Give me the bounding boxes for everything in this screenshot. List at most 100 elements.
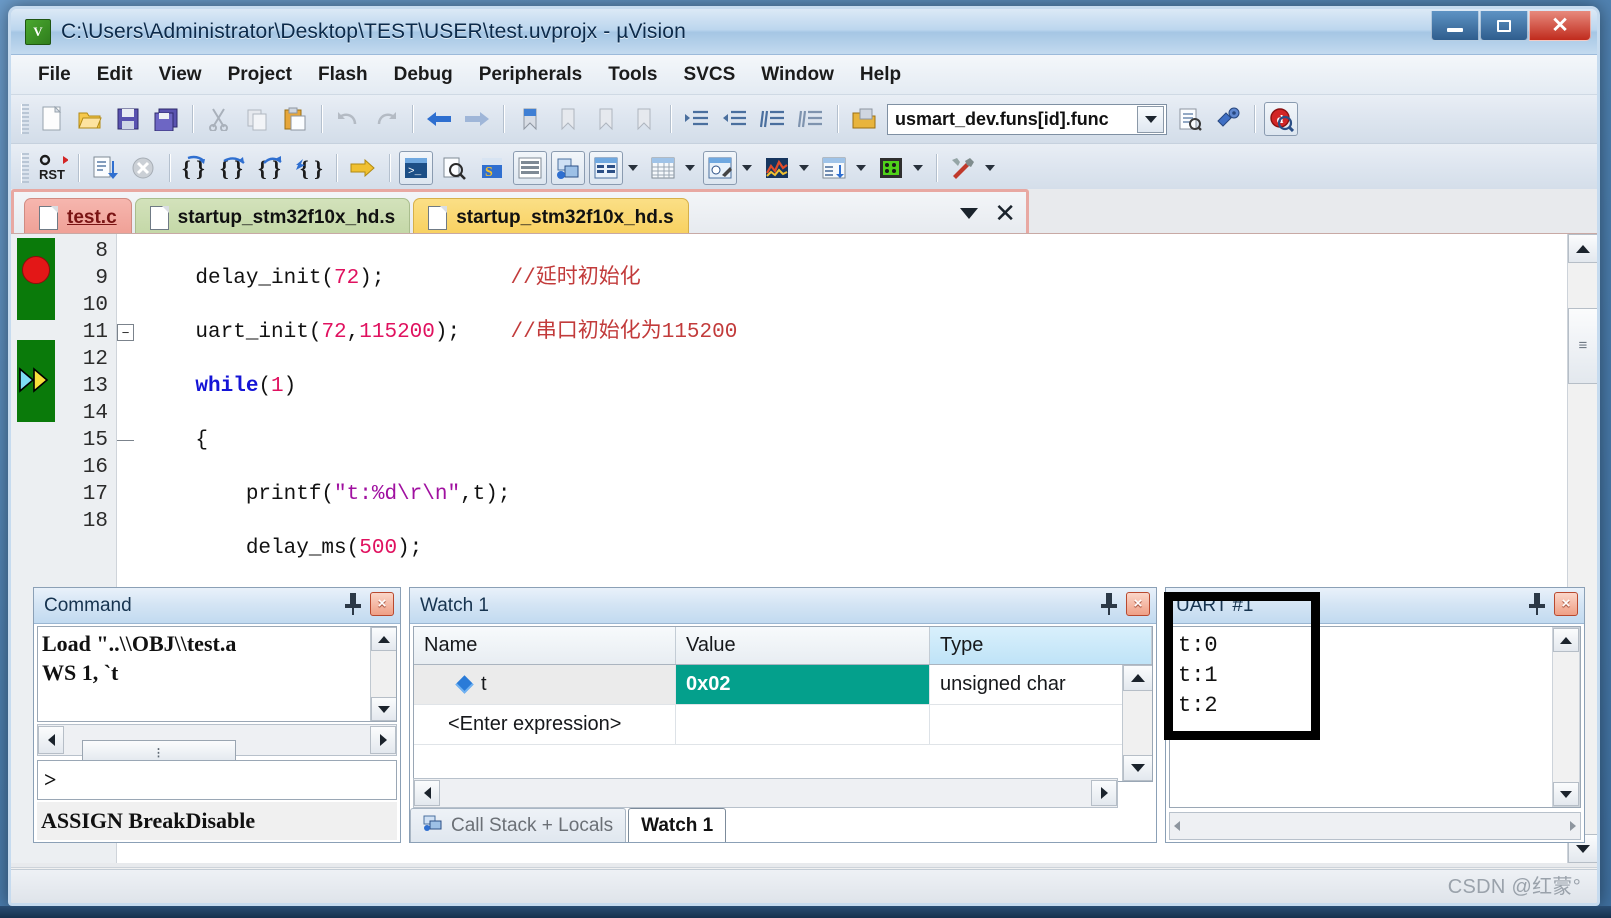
find-in-files-icon[interactable] bbox=[1173, 102, 1207, 136]
uart-horizontal-scrollbar[interactable] bbox=[1169, 812, 1581, 840]
watch-windows-icon[interactable] bbox=[589, 151, 623, 185]
chevron-down-icon[interactable] bbox=[853, 151, 869, 185]
pin-icon[interactable] bbox=[1529, 593, 1545, 615]
tab-call-stack-locals[interactable]: Call Stack + Locals bbox=[410, 808, 626, 842]
chevron-down-icon[interactable] bbox=[796, 151, 812, 185]
command-output[interactable]: Load "..\\OBJ\\test.a WS 1, `t bbox=[37, 626, 397, 722]
close-button[interactable]: ✕ bbox=[1529, 11, 1591, 41]
command-window-icon[interactable]: >_ bbox=[399, 151, 433, 185]
watch-name-cell[interactable]: t bbox=[414, 665, 676, 704]
watch-value-cell[interactable] bbox=[676, 705, 930, 744]
scroll-up-icon[interactable] bbox=[1568, 234, 1598, 263]
menu-item-project[interactable]: Project bbox=[215, 61, 305, 89]
scrollbar-thumb[interactable]: ≡ bbox=[1568, 308, 1598, 384]
reset-cpu-icon[interactable]: RST bbox=[35, 151, 69, 185]
watch-value-cell[interactable]: 0x02 bbox=[676, 665, 930, 704]
chevron-down-icon[interactable] bbox=[625, 151, 641, 185]
open-folder-icon[interactable] bbox=[73, 102, 107, 136]
configure-icon[interactable] bbox=[1211, 102, 1245, 136]
current-statement-block[interactable] bbox=[17, 340, 55, 422]
pin-icon[interactable] bbox=[345, 593, 361, 615]
symbols-icon[interactable]: S bbox=[475, 151, 509, 185]
scroll-down-icon[interactable] bbox=[371, 697, 397, 721]
navigate-back-icon[interactable] bbox=[422, 102, 456, 136]
chevron-down-icon[interactable] bbox=[739, 151, 755, 185]
scroll-down-icon[interactable] bbox=[1553, 782, 1579, 806]
command-input[interactable]: > bbox=[37, 760, 397, 800]
pin-icon[interactable] bbox=[1101, 593, 1117, 615]
command-horizontal-scrollbar[interactable]: ⁝ bbox=[37, 724, 397, 756]
menu-item-window[interactable]: Window bbox=[748, 61, 847, 89]
table-row[interactable]: t 0x02 unsigned char bbox=[414, 665, 1152, 705]
show-next-statement-icon[interactable] bbox=[346, 151, 380, 185]
system-viewer-icon[interactable] bbox=[874, 151, 908, 185]
chevron-down-icon[interactable] bbox=[960, 208, 978, 219]
chevron-down-icon[interactable] bbox=[1137, 106, 1164, 133]
scroll-down-icon[interactable] bbox=[1123, 755, 1153, 781]
step-out-icon[interactable]: { } bbox=[255, 151, 289, 185]
chevron-down-icon[interactable] bbox=[910, 151, 926, 185]
run-icon[interactable] bbox=[88, 151, 122, 185]
minimize-button[interactable] bbox=[1431, 11, 1479, 41]
serial-windows-icon[interactable] bbox=[703, 151, 737, 185]
indent-icon[interactable] bbox=[680, 102, 714, 136]
save-icon[interactable] bbox=[111, 102, 145, 136]
chevron-down-icon[interactable] bbox=[982, 151, 998, 185]
scroll-left-icon[interactable] bbox=[414, 780, 440, 806]
scroll-up-icon[interactable] bbox=[1553, 628, 1579, 652]
watch-horizontal-scrollbar[interactable] bbox=[413, 778, 1118, 808]
step-over-icon[interactable]: { } bbox=[217, 151, 251, 185]
scroll-right-icon[interactable] bbox=[1570, 821, 1576, 831]
close-icon[interactable]: ✕ bbox=[994, 200, 1016, 226]
analysis-windows-icon[interactable] bbox=[760, 151, 794, 185]
close-icon[interactable]: × bbox=[1126, 592, 1150, 616]
breakpoint-block[interactable] bbox=[17, 238, 55, 320]
table-row[interactable]: <Enter expression> bbox=[414, 705, 1152, 745]
maximize-button[interactable] bbox=[1480, 11, 1528, 41]
menu-item-view[interactable]: View bbox=[146, 61, 215, 89]
close-icon[interactable]: × bbox=[370, 592, 394, 616]
fold-collapse-icon[interactable]: − bbox=[117, 324, 134, 341]
save-all-icon[interactable] bbox=[149, 102, 183, 136]
scroll-left-icon[interactable] bbox=[38, 726, 64, 754]
scroll-right-icon[interactable] bbox=[1091, 780, 1117, 806]
editor-tab-startup-2[interactable]: startup_stm32f10x_hd.s bbox=[413, 198, 689, 236]
watch-vertical-scrollbar[interactable] bbox=[1122, 665, 1152, 781]
breakpoint-icon[interactable] bbox=[22, 256, 50, 284]
toolbar-grip[interactable] bbox=[21, 104, 29, 134]
start-debug-icon[interactable]: d bbox=[1264, 102, 1298, 136]
close-icon[interactable]: × bbox=[1554, 592, 1578, 616]
uart-output[interactable]: t:0 t:1 t:2 bbox=[1169, 626, 1581, 808]
tab-watch-1[interactable]: Watch 1 bbox=[628, 808, 726, 842]
scroll-up-icon[interactable] bbox=[1123, 665, 1153, 691]
bookmark-toggle-icon[interactable] bbox=[513, 102, 547, 136]
menu-item-debug[interactable]: Debug bbox=[381, 61, 466, 89]
menu-item-help[interactable]: Help bbox=[847, 61, 914, 89]
menu-item-flash[interactable]: Flash bbox=[305, 61, 381, 89]
step-into-icon[interactable]: { } bbox=[179, 151, 213, 185]
scroll-right-icon[interactable] bbox=[370, 726, 396, 754]
watch-table[interactable]: Name Value Type t 0x02 unsigned char <En… bbox=[413, 626, 1153, 782]
outdent-icon[interactable] bbox=[718, 102, 752, 136]
uart-vertical-scrollbar[interactable] bbox=[1552, 627, 1580, 807]
comment-icon[interactable] bbox=[756, 102, 790, 136]
disassembly-icon[interactable] bbox=[437, 151, 471, 185]
scroll-up-icon[interactable] bbox=[371, 627, 397, 651]
new-file-icon[interactable] bbox=[35, 102, 69, 136]
scroll-left-icon[interactable] bbox=[1174, 821, 1180, 831]
call-stack-icon[interactable] bbox=[551, 151, 585, 185]
target-options-icon[interactable] bbox=[847, 102, 881, 136]
toolbox-icon[interactable] bbox=[946, 151, 980, 185]
toolbar-grip[interactable] bbox=[21, 153, 29, 183]
trace-windows-icon[interactable] bbox=[817, 151, 851, 185]
paste-icon[interactable] bbox=[278, 102, 312, 136]
menu-item-file[interactable]: File bbox=[25, 61, 84, 89]
function-combo[interactable]: usmart_dev.funs[id].func bbox=[887, 104, 1167, 135]
menu-item-peripherals[interactable]: Peripherals bbox=[466, 61, 596, 89]
editor-tab-test-c[interactable]: test.c bbox=[24, 198, 132, 236]
watch-enter-expression[interactable]: <Enter expression> bbox=[414, 705, 676, 744]
uncomment-icon[interactable] bbox=[794, 102, 828, 136]
command-vertical-scrollbar[interactable] bbox=[370, 627, 396, 721]
editor-tab-startup-1[interactable]: startup_stm32f10x_hd.s bbox=[135, 198, 411, 236]
chevron-down-icon[interactable] bbox=[682, 151, 698, 185]
